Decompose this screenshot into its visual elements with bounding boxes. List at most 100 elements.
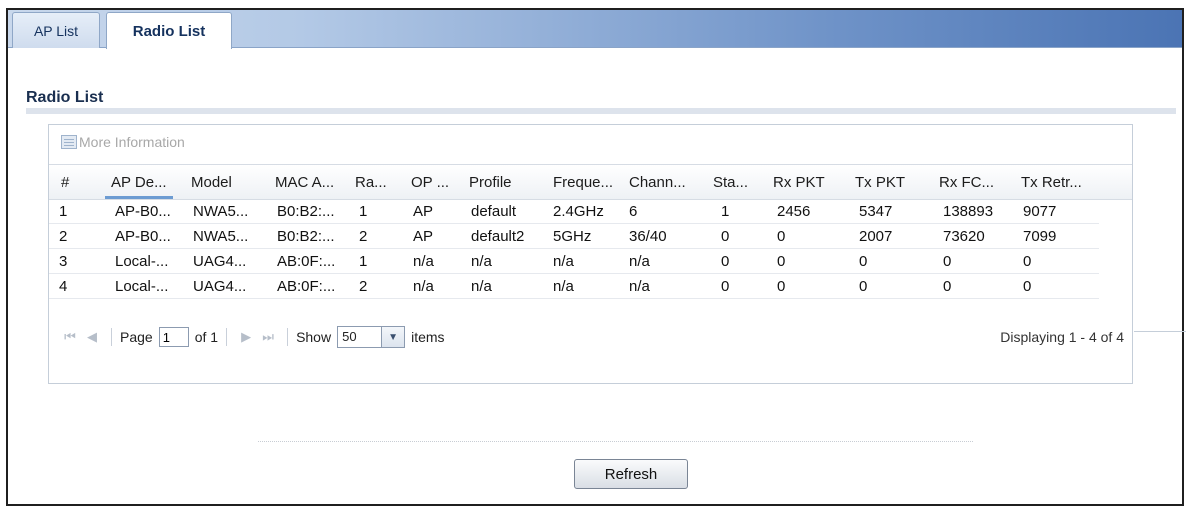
table-cell: 0 bbox=[1023, 253, 1032, 270]
footer-divider bbox=[258, 441, 973, 442]
table-cell: AP bbox=[413, 203, 434, 220]
pagination-bar: ⏮ ◀ Page of 1 ▶ ⏭ Show 50 ▼ items Displa… bbox=[49, 322, 1132, 352]
table-cell: 36/40 bbox=[629, 228, 667, 245]
table-cell: Local-... bbox=[115, 278, 169, 295]
table-cell: 1 bbox=[721, 203, 730, 220]
refresh-button[interactable]: Refresh bbox=[574, 459, 688, 489]
table-cell: 0 bbox=[721, 253, 730, 270]
items-label: items bbox=[411, 329, 445, 345]
tab-radio-list[interactable]: Radio List bbox=[106, 12, 232, 49]
pager-separator bbox=[111, 328, 112, 346]
tab-bar: AP List Radio List bbox=[8, 10, 1182, 49]
tab-ap-list-label: AP List bbox=[33, 22, 79, 39]
table-cell: B0:B2:... bbox=[277, 228, 335, 245]
table-cell: default bbox=[471, 203, 517, 220]
table-cell: 0 bbox=[859, 253, 868, 270]
table-cell: 0 bbox=[943, 278, 952, 295]
table-cell: 2456 bbox=[777, 203, 811, 220]
table-cell: n/a bbox=[471, 278, 492, 295]
next-page-icon[interactable]: ▶ bbox=[235, 329, 257, 345]
table-cell: 0 bbox=[859, 278, 868, 295]
table-cell: 6 bbox=[629, 203, 638, 220]
table-cell: 9077 bbox=[1023, 203, 1057, 220]
column-header[interactable]: Rx PKT bbox=[773, 165, 825, 201]
table-cell: 2 bbox=[359, 228, 368, 245]
pager-separator bbox=[287, 328, 289, 346]
table-cell: n/a bbox=[629, 278, 650, 295]
table-cell: AP-B0... bbox=[115, 203, 171, 220]
table-cell: AP bbox=[413, 228, 434, 245]
column-header[interactable]: Tx PKT bbox=[855, 165, 905, 201]
table-cell: AB:0F:... bbox=[277, 253, 336, 270]
table-cell: n/a bbox=[629, 253, 650, 270]
more-information-button[interactable]: More Information bbox=[61, 134, 185, 150]
table-cell: B0:B2:... bbox=[277, 203, 335, 220]
table-cell: AB:0F:... bbox=[277, 278, 336, 295]
table-cell: 0 bbox=[777, 278, 786, 295]
column-header[interactable]: Chann... bbox=[629, 165, 686, 201]
table-cell: 0 bbox=[721, 278, 730, 295]
table-cell: 0 bbox=[721, 228, 730, 245]
main-window: AP List Radio List Radio List More Infor… bbox=[6, 8, 1186, 506]
displaying-count: Displaying 1 - 4 of 4 bbox=[1000, 329, 1124, 345]
column-header[interactable]: Sta... bbox=[713, 165, 748, 201]
table-cell: 73620 bbox=[943, 228, 985, 245]
column-header[interactable]: Rx FC... bbox=[939, 165, 994, 201]
page-count-label: of 1 bbox=[194, 329, 219, 345]
previous-page-icon[interactable]: ◀ bbox=[81, 329, 103, 345]
table-cell: n/a bbox=[471, 253, 492, 270]
side-divider bbox=[1134, 331, 1186, 332]
table-cell: 1 bbox=[59, 203, 68, 220]
table-cell: 2.4GHz bbox=[553, 203, 604, 220]
table-cell: default2 bbox=[471, 228, 525, 245]
table-cell: n/a bbox=[553, 278, 574, 295]
column-header[interactable]: Ra... bbox=[355, 165, 387, 201]
table-cell: 0 bbox=[943, 253, 952, 270]
information-icon bbox=[61, 135, 77, 149]
chevron-down-icon[interactable]: ▼ bbox=[381, 326, 406, 348]
column-header[interactable]: AP De... bbox=[105, 165, 173, 201]
table-cell: n/a bbox=[553, 253, 574, 270]
page-size-select[interactable]: 50 ▼ bbox=[337, 326, 406, 348]
column-header[interactable]: Tx Retr... bbox=[1021, 165, 1082, 201]
column-header[interactable]: OP ... bbox=[411, 165, 449, 201]
column-header[interactable]: Model bbox=[191, 165, 232, 201]
table-cell: n/a bbox=[413, 278, 434, 295]
table-row[interactable]: 1 AP-B0... NWA5... B0:B2:... 1 AP defaul… bbox=[49, 200, 1099, 224]
column-header[interactable]: Profile bbox=[469, 165, 512, 201]
section-divider bbox=[26, 108, 1176, 114]
table-cell: 2 bbox=[359, 278, 368, 295]
last-page-icon[interactable]: ⏭ bbox=[257, 329, 279, 345]
column-header[interactable]: MAC A... bbox=[275, 165, 334, 201]
table-cell: 5GHz bbox=[553, 228, 592, 245]
show-label: Show bbox=[296, 329, 332, 345]
table-cell: NWA5... bbox=[193, 228, 249, 245]
table-cell: 3 bbox=[59, 253, 68, 270]
table-cell: 0 bbox=[777, 253, 786, 270]
section-title: Radio List bbox=[26, 89, 104, 106]
column-header[interactable]: # bbox=[61, 165, 69, 201]
page-number-input[interactable] bbox=[158, 327, 189, 347]
tab-radio-list-label: Radio List bbox=[132, 22, 206, 40]
table-cell: 1 bbox=[359, 253, 368, 270]
grid-toolbar: More Information bbox=[49, 125, 1132, 159]
table-cell: 138893 bbox=[943, 203, 994, 220]
table-row[interactable]: 4 Local-... UAG4... AB:0F:... 2 n/a n/a … bbox=[49, 275, 1099, 299]
tab-ap-list[interactable]: AP List bbox=[12, 12, 100, 48]
table-row[interactable]: 2 AP-B0... NWA5... B0:B2:... 2 AP defaul… bbox=[49, 225, 1099, 249]
more-information-label: More Information bbox=[79, 134, 185, 150]
table-cell: 0 bbox=[777, 228, 786, 245]
table-cell: 2 bbox=[59, 228, 68, 245]
table-cell: UAG4... bbox=[193, 278, 247, 295]
table-cell: UAG4... bbox=[193, 253, 247, 270]
first-page-icon[interactable]: ⏮ bbox=[59, 329, 81, 345]
table-cell: 1 bbox=[359, 203, 368, 220]
table-cell: AP-B0... bbox=[115, 228, 171, 245]
table-cell: NWA5... bbox=[193, 203, 249, 220]
table-cell: 2007 bbox=[859, 228, 893, 245]
column-header[interactable]: Freque... bbox=[553, 165, 613, 201]
table-cell: 0 bbox=[1023, 278, 1032, 295]
table-cell: 4 bbox=[59, 278, 68, 295]
table-row[interactable]: 3 Local-... UAG4... AB:0F:... 1 n/a n/a … bbox=[49, 250, 1099, 274]
table-cell: 5347 bbox=[859, 203, 893, 220]
